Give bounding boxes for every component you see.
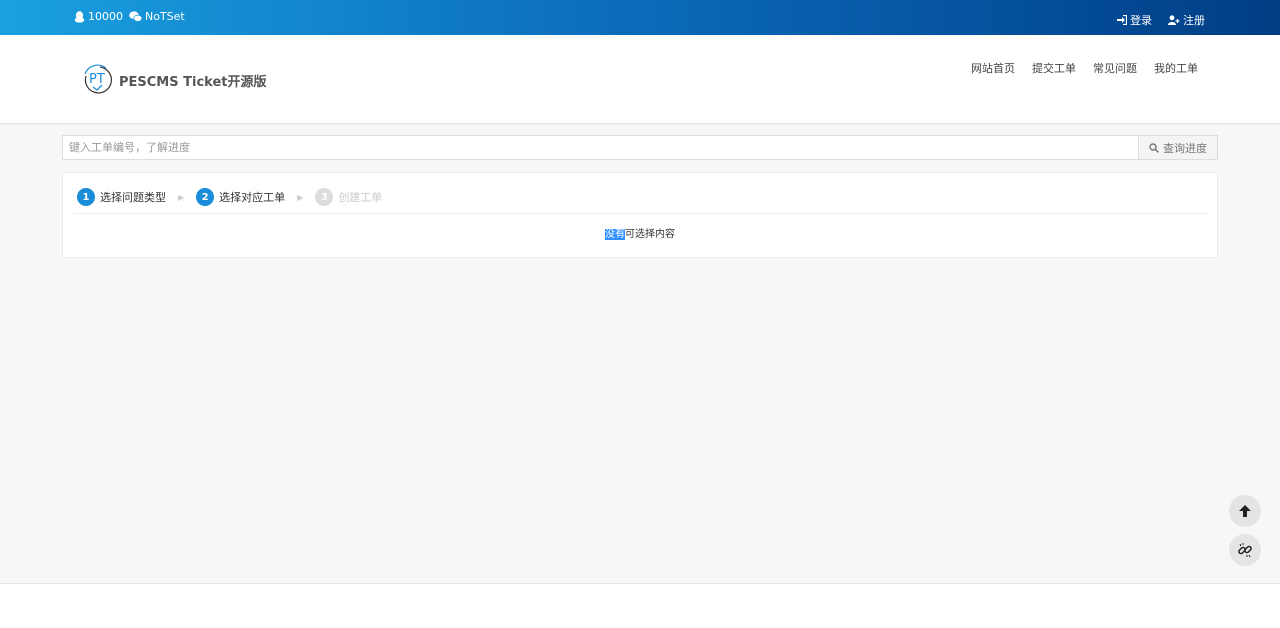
ticket-steps-panel: 1 选择问题类型 ▶ 2 选择对应工单 ▶ 3 创建工单 没有可选择内容 bbox=[62, 172, 1218, 258]
site-header: PT PESCMS Ticket开源版 网站首页 提交工单 常见问题 我的工单 bbox=[0, 35, 1280, 124]
step-separator: ▶ bbox=[297, 192, 304, 202]
step-2-label: 选择对应工单 bbox=[219, 191, 286, 204]
step-3-number: 3 bbox=[315, 188, 334, 206]
qq-number: 10000 bbox=[88, 10, 123, 23]
nav-home[interactable]: 网站首页 bbox=[971, 60, 1015, 76]
logo-mark-text: PT bbox=[89, 72, 105, 87]
wechat-id: NoTSet bbox=[145, 10, 185, 23]
step-1-label: 选择问题类型 bbox=[100, 191, 166, 204]
back-to-top-button[interactable] bbox=[1229, 495, 1261, 527]
nav-submit-ticket[interactable]: 提交工单 bbox=[1032, 60, 1076, 76]
step-separator: ▶ bbox=[178, 192, 185, 202]
empty-message: 没有可选择内容 bbox=[63, 225, 1217, 240]
top-bar-contacts: 10000 NoTSet bbox=[74, 10, 185, 23]
ticket-search: 查询进度 bbox=[62, 135, 1218, 160]
site-logo[interactable]: PT PESCMS Ticket开源版 bbox=[80, 62, 267, 98]
register-label: 注册 bbox=[1183, 14, 1205, 27]
arrow-up-icon bbox=[1239, 505, 1251, 517]
unlink-icon bbox=[1238, 543, 1252, 558]
query-progress-button[interactable]: 查询进度 bbox=[1138, 135, 1218, 160]
step-2: 2 选择对应工单 bbox=[196, 188, 285, 206]
nav-my-tickets[interactable]: 我的工单 bbox=[1154, 60, 1198, 76]
logo-mark: PT bbox=[84, 64, 112, 94]
qq-icon bbox=[74, 10, 85, 23]
wechat-contact[interactable]: NoTSet bbox=[129, 10, 185, 23]
site-footer bbox=[0, 583, 1280, 628]
empty-message-rest: 可选择内容 bbox=[625, 229, 675, 240]
top-bar-account: 登录 注册 bbox=[1117, 12, 1205, 28]
step-1-number: 1 bbox=[77, 188, 95, 206]
register-link[interactable]: 注册 bbox=[1168, 12, 1205, 28]
top-bar: 10000 NoTSet 登录 注册 bbox=[0, 0, 1280, 35]
login-link[interactable]: 登录 bbox=[1117, 12, 1152, 28]
step-3: 3 创建工单 bbox=[315, 188, 382, 206]
empty-message-selected: 没有 bbox=[605, 229, 625, 240]
query-progress-label: 查询进度 bbox=[1163, 141, 1207, 155]
wechat-icon bbox=[129, 11, 142, 22]
main-nav: 网站首页 提交工单 常见问题 我的工单 bbox=[971, 60, 1198, 76]
step-1: 1 选择问题类型 bbox=[77, 188, 166, 206]
step-indicator: 1 选择问题类型 ▶ 2 选择对应工单 ▶ 3 创建工单 bbox=[77, 188, 382, 206]
search-icon bbox=[1149, 142, 1159, 153]
ticket-number-input[interactable] bbox=[62, 135, 1138, 160]
sign-in-icon bbox=[1117, 15, 1127, 25]
logo-text: PESCMS Ticket开源版 bbox=[119, 74, 267, 90]
step-2-number: 2 bbox=[196, 188, 215, 206]
user-plus-icon bbox=[1168, 15, 1180, 25]
panel-divider bbox=[73, 213, 1209, 214]
login-label: 登录 bbox=[1130, 14, 1152, 27]
qq-contact[interactable]: 10000 bbox=[74, 10, 123, 23]
unlink-button[interactable] bbox=[1229, 534, 1261, 566]
nav-faq[interactable]: 常见问题 bbox=[1093, 60, 1137, 76]
step-3-label: 创建工单 bbox=[338, 191, 383, 204]
